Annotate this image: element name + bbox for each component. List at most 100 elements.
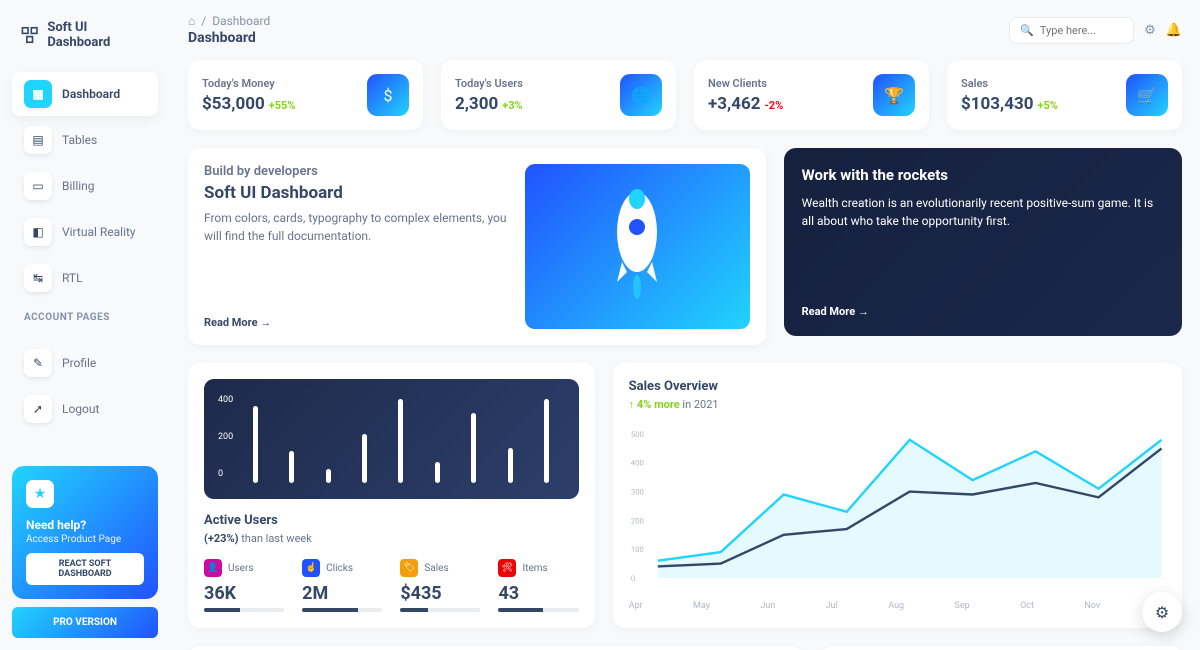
sidebar-item-billing[interactable]: ▭ Billing [12, 164, 158, 208]
hero-card: Build by developers Soft UI Dashboard Fr… [188, 148, 766, 345]
metric-label: Users [228, 563, 254, 574]
svg-text:100: 100 [631, 545, 644, 554]
stat-delta: +55% [269, 99, 296, 112]
nav-label: Tables [62, 133, 97, 147]
bar [253, 406, 258, 483]
metric-label: Clicks [326, 563, 353, 574]
bar [508, 448, 513, 483]
nav-icon: ▭ [24, 172, 52, 200]
nav-label: Logout [62, 402, 99, 416]
hero-title: Soft UI Dashboard [204, 183, 509, 203]
hero-description: From colors, cards, typography to comple… [204, 209, 509, 245]
breadcrumb-page[interactable]: Dashboard [212, 14, 270, 28]
nav-label: Dashboard [62, 87, 120, 101]
stat-value: 2,300 [455, 94, 498, 114]
stats-row: Today's Money$53,000+55%$Today's Users2,… [188, 60, 1182, 130]
metric-icon: ☝ [302, 559, 320, 577]
sales-overview-card: Sales Overview ↑ 4% more in 2021 5004003… [613, 363, 1182, 628]
stat-card-today-s-money: Today's Money $53,000 +55% $ [188, 60, 423, 130]
sidebar-item-rtl[interactable]: ↹RTL [12, 256, 158, 300]
brand-name: Soft UI Dashboard [47, 20, 150, 50]
nav-icon: ▦ [24, 80, 52, 108]
metric-icon: 👤 [204, 559, 222, 577]
star-icon: ★ [26, 480, 54, 508]
logo-icon [20, 25, 39, 45]
bar [435, 462, 440, 483]
help-card: ★ Need help? Access Product Page REACT S… [12, 466, 158, 599]
help-docs-button[interactable]: REACT SOFT DASHBOARD [26, 553, 144, 585]
hero-read-more-link[interactable]: Read More → [204, 316, 509, 329]
metric-icon: 🏷 [400, 559, 418, 577]
stat-value: $53,000 [202, 94, 265, 114]
metric-value: 2M [302, 583, 382, 604]
stat-label: Sales [961, 77, 1058, 90]
sidebar: Soft UI Dashboard ▦ Dashboard ▤ Tables ▭ Bill… [0, 0, 170, 650]
metric-label: Sales [424, 563, 448, 574]
svg-text:400: 400 [631, 459, 644, 468]
nav-icon: ✎ [24, 349, 52, 377]
bar [471, 413, 476, 483]
work-rockets-card: Work with the rockets Wealth creation is… [784, 148, 1182, 336]
sales-overview-title: Sales Overview [629, 379, 1166, 394]
bar [544, 399, 549, 483]
active-users-bar-chart: 4002000 [204, 379, 579, 499]
nav-icon: ▤ [24, 126, 52, 154]
pro-version-button[interactable]: PRO VERSION [12, 607, 158, 638]
settings-fab[interactable]: ⚙ [1142, 592, 1182, 632]
stat-icon: 🌐 [620, 74, 662, 116]
home-icon[interactable]: ⌂ [188, 14, 195, 28]
sidebar-item-logout[interactable]: ➚ Logout [12, 387, 158, 431]
sidebar-item-profile[interactable]: ✎ Profile [12, 341, 158, 385]
sales-overview-subtitle: ↑ 4% more in 2021 [629, 398, 1166, 411]
stat-icon: 🛒 [1126, 74, 1168, 116]
bell-icon[interactable]: 🔔 [1166, 23, 1182, 38]
metric-value: $435 [400, 583, 480, 604]
nav-label: Virtual Reality [62, 225, 136, 239]
svg-text:200: 200 [631, 516, 644, 525]
sidebar-item-dashboard[interactable]: ▦ Dashboard [12, 72, 158, 116]
nav-label: Profile [62, 356, 96, 370]
nav-icon: ➚ [24, 395, 52, 423]
active-users-title: Active Users [204, 513, 579, 528]
nav-section-heading: ACCOUNT PAGES [12, 300, 158, 327]
metric-value: 43 [498, 583, 578, 604]
bar [326, 469, 331, 483]
stat-icon: 🏆 [873, 74, 915, 116]
nav-label: RTL [62, 271, 83, 285]
topbar: ⌂ / Dashboard Dashboard 🔍 ⚙ 🔔 [188, 14, 1182, 46]
sidebar-item-tables[interactable]: ▤ Tables [12, 118, 158, 162]
help-title: Need help? [26, 518, 144, 532]
help-subtitle: Access Product Page [26, 534, 144, 545]
work-read-more-link[interactable]: Read More → [802, 305, 1164, 318]
metric-label: Items [522, 563, 547, 574]
svg-text:500: 500 [631, 430, 644, 439]
stat-icon: $ [367, 74, 409, 116]
work-description: Wealth creation is an evolutionarily rec… [802, 194, 1164, 230]
nav-label: Billing [62, 179, 95, 193]
breadcrumb: ⌂ / Dashboard [188, 14, 270, 28]
gear-icon: ⚙ [1155, 603, 1169, 622]
main-content: ⌂ / Dashboard Dashboard 🔍 ⚙ 🔔 Today's Mo… [170, 0, 1200, 650]
sales-line-chart: 5004003002001000 [629, 421, 1166, 591]
bar [289, 451, 294, 483]
orders-card: Orders overview [821, 646, 1182, 650]
metric-items: 🛠Items43 [498, 559, 578, 612]
gear-icon[interactable]: ⚙ [1144, 23, 1156, 38]
stat-delta: +3% [502, 99, 522, 112]
search-input[interactable] [1040, 24, 1123, 37]
bar [362, 434, 367, 483]
stat-value: +3,462 [708, 94, 760, 114]
stat-label: Today's Money [202, 77, 295, 90]
stat-delta: +5% [1037, 99, 1057, 112]
brand-logo[interactable]: Soft UI Dashboard [12, 12, 158, 58]
rocket-illustration [525, 164, 750, 329]
hero-subtitle: Build by developers [204, 164, 509, 179]
page-title: Dashboard [188, 30, 270, 46]
active-users-card: 4002000 Active Users (+23%) than last we… [188, 363, 595, 628]
bar [398, 399, 403, 483]
search-box[interactable]: 🔍 [1009, 17, 1134, 44]
sidebar-item-virtual-reality[interactable]: ◧Virtual Reality [12, 210, 158, 254]
metric-sales: 🏷 Sales $435 [400, 559, 480, 612]
stat-delta: -2% [764, 99, 783, 112]
metric-users: 👤Users36K [204, 559, 284, 612]
